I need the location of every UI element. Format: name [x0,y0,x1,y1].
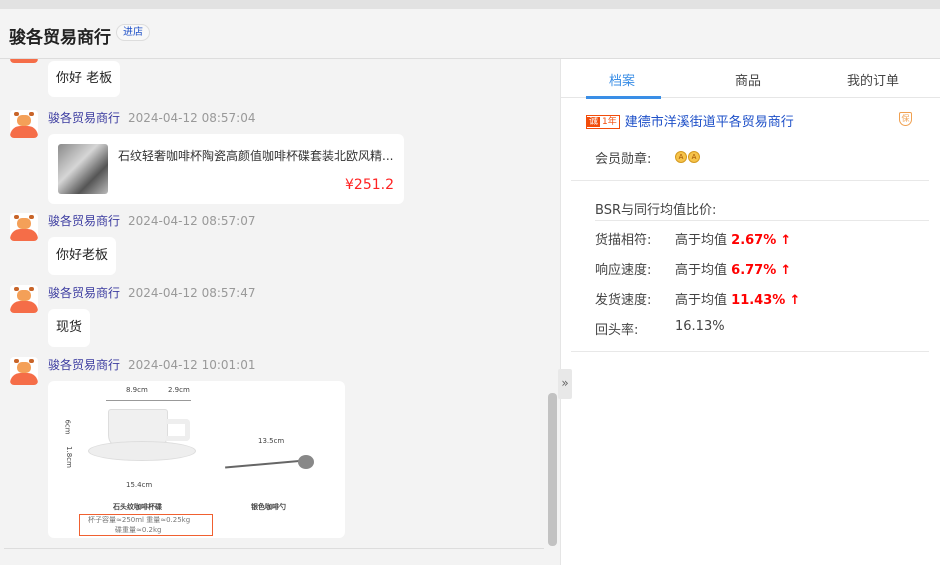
dimension-label: 2.9cm [168,386,190,394]
product-title: 石纹轻奢咖啡杯陶瓷高颜值咖啡杯碟套装北欧风精... [118,149,394,163]
stat-label: 货描相符: [595,233,652,248]
avatar [10,285,38,313]
stat-value: 6.77% [731,263,777,278]
stat-label: 发货速度: [595,293,652,308]
divider [4,548,544,549]
divider [571,351,929,352]
timestamp: 2024-04-12 10:01:01 [128,358,256,372]
enter-store-button[interactable]: 进店 [116,24,150,41]
repeat-rate-row: 回头率: 16.13% [595,319,725,338]
sender-name: 骏各贸易商行 [48,214,121,228]
spec-text: 杯子容量≈250ml 重量≈0.25kg [88,516,191,524]
active-tab-indicator [586,96,661,99]
tab-profile[interactable]: 档案 [609,70,635,89]
member-medals: 会员勋章: AA [595,148,700,167]
avatar [10,110,38,138]
bsr-title: BSR与同行均值比价: [595,203,717,218]
stat-prefix: 高于均值 [675,233,728,248]
repeat-rate-value: 16.13% [675,319,725,334]
chat-header: 骏各贸易商行 进店 [0,9,940,59]
sender-name: 骏各贸易商行 [48,286,121,300]
stat-value: 11.43% [731,293,786,308]
shop-name: 骏各贸易商行 [9,28,111,48]
stat-row: 货描相符: 高于均值 2.67% ↑ [595,229,791,248]
image-label: 银色咖啡勺 [251,503,286,511]
divider [571,180,929,181]
stat-row: 响应速度: 高于均值 6.77% ↑ [595,259,791,278]
timestamp: 2024-04-12 08:57:47 [128,286,256,300]
product-price: ¥251.2 [345,177,394,193]
chat-messages: 你好 老板 骏各贸易商行 2024-04-12 08:57:04 石纹轻奢咖啡杯陶… [0,59,560,565]
sender-name: 骏各贸易商行 [48,111,121,125]
info-panel: 档案 商品 我的订单 诚 1年 建德市洋溪街道平各贸易商行 保 会员勋章: AA B… [560,59,940,565]
collapse-panel-button[interactable]: » [558,369,572,399]
avatar [10,59,38,63]
dimension-label: 13.5cm [258,437,285,445]
company-name[interactable]: 建德市洋溪街道平各贸易商行 [625,115,794,130]
stat-value: 2.67% [731,233,777,248]
timestamp: 2024-04-12 08:57:04 [128,111,256,125]
arrow-up-icon: ↑ [780,263,792,278]
medal-label: 会员勋章: [595,152,652,167]
arrow-up-icon: ↑ [780,233,792,248]
divider [595,220,929,221]
spec-text: 碟重量≈0.2kg [115,526,162,534]
trust-years-badge: 诚 1年 [586,115,620,129]
product-thumbnail [58,144,108,194]
stat-prefix: 高于均值 [675,263,728,278]
dimension-label: 1.8cm [64,446,73,468]
stat-label: 回头率: [595,323,639,338]
product-card[interactable]: 石纹轻奢咖啡杯陶瓷高颜值咖啡杯碟套装北欧风精... ¥251.2 [48,134,404,204]
window-top-band [0,0,940,9]
product-image[interactable]: 8.9cm 2.9cm 6cm 1.8cm 15.4cm 13.5cm 石头纹咖… [48,381,345,538]
company-link[interactable]: 诚 1年 建德市洋溪街道平各贸易商行 [586,111,794,130]
message-bubble: 你好老板 [48,237,117,275]
dimension-label: 6cm [63,419,72,435]
sender-name: 骏各贸易商行 [48,358,121,372]
tab-products[interactable]: 商品 [735,70,761,89]
guarantee-shield-icon[interactable]: 保 [899,112,912,126]
avatar [10,213,38,241]
image-label: 石头纹咖啡杯碟 [113,503,162,511]
stat-prefix: 高于均值 [675,293,728,308]
tab-my-orders[interactable]: 我的订单 [847,70,899,89]
dimension-label: 15.4cm [126,481,153,489]
panel-tabs: 档案 商品 我的订单 [561,59,940,99]
chat-scrollbar[interactable] [548,393,557,546]
stat-row: 发货速度: 高于均值 11.43% ↑ [595,289,800,308]
medal-icon: A [688,151,700,163]
medal-icon: A [675,151,687,163]
timestamp: 2024-04-12 08:57:07 [128,214,256,228]
message-bubble: 你好 老板 [48,61,121,97]
dimension-label: 8.9cm [126,386,148,394]
arrow-up-icon: ↑ [789,293,801,308]
avatar [10,357,38,385]
stat-label: 响应速度: [595,263,652,278]
message-bubble: 现货 [48,309,91,347]
